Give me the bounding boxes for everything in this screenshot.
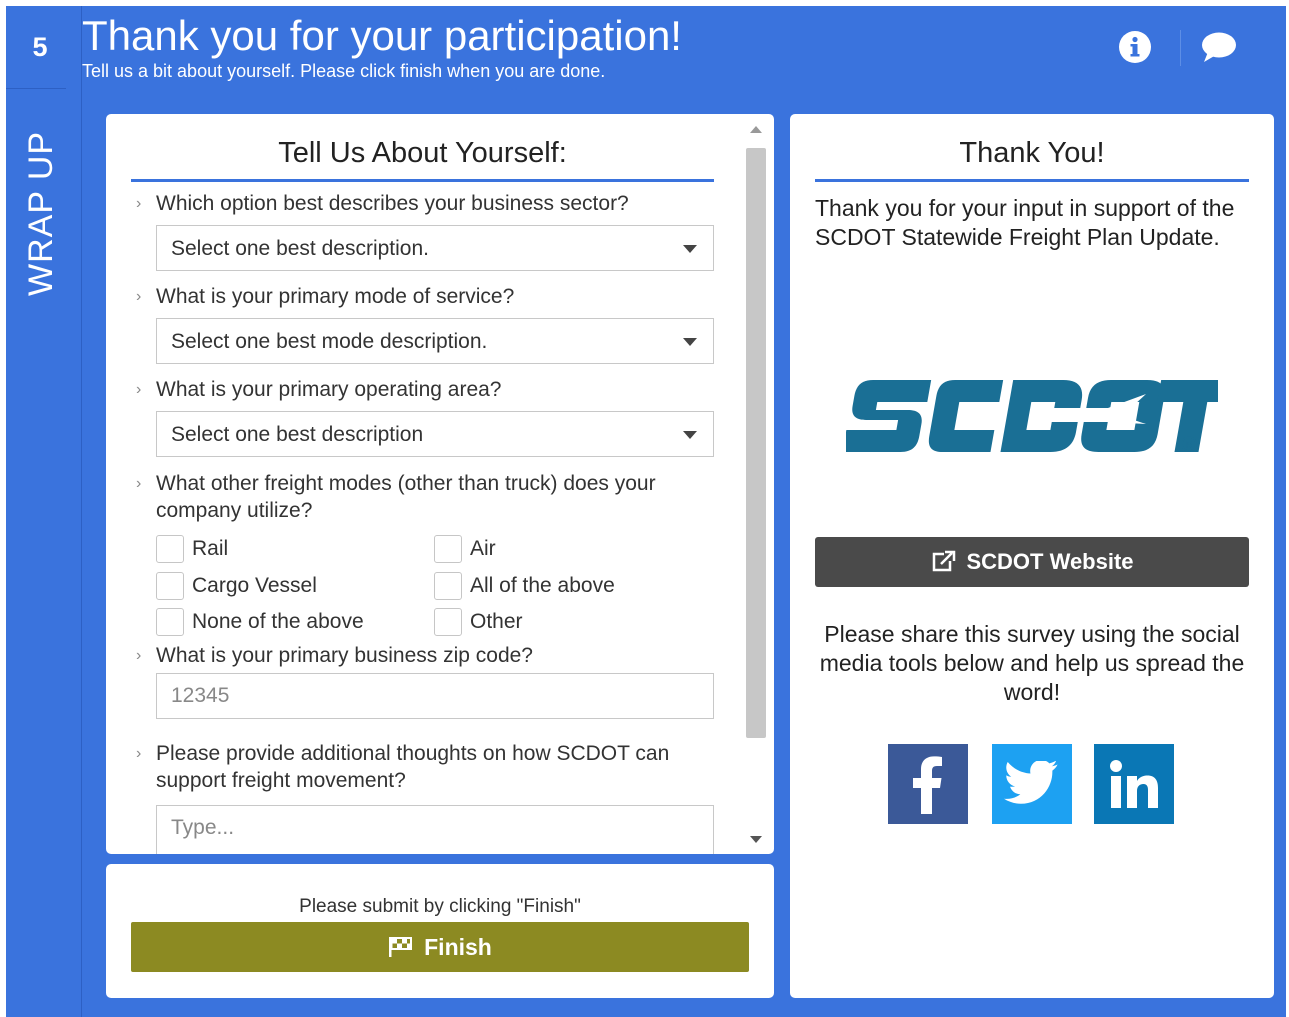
chevron-right-icon: › [136,288,142,305]
twitter-icon [1004,761,1058,804]
chevron-right-icon: › [136,475,142,492]
chevron-right-icon: › [136,647,142,664]
linkedin-share-button[interactable] [1094,744,1174,824]
zip-code-placeholder: 12345 [171,684,230,707]
scdot-logo: R [842,364,1236,473]
checkbox-cargo-vessel[interactable]: Cargo Vessel [156,572,317,600]
chevron-down-icon [683,431,697,439]
checkbox-all-of-the-above[interactable]: All of the above [434,572,615,600]
finish-label: Finish [424,933,492,960]
flag-icon [388,936,414,958]
thank-you-title: Thank You! [815,137,1249,182]
checkbox-label: Air [470,537,496,560]
question-other-modes: › What other freight modes (other than t… [136,470,716,524]
finish-button[interactable]: Finish [131,922,749,972]
thoughts-textarea[interactable]: Type... [156,805,714,854]
step-label: WRAP UP [22,130,60,296]
sector-select-value: Select one best description. [171,237,429,260]
scroll-up-icon[interactable] [750,126,762,133]
checkbox-box[interactable] [156,608,184,636]
checkbox-label: None of the above [192,610,364,633]
facebook-share-button[interactable] [888,744,968,824]
area-select[interactable]: Select one best description [156,411,714,457]
checkbox-other[interactable]: Other [434,608,523,636]
page-subtitle: Tell us a bit about yourself. Please cli… [82,61,606,81]
website-label: SCDOT Website [966,549,1134,574]
thank-you-panel: Thank You! Thank you for your input in s… [790,114,1274,998]
about-you-panel: Tell Us About Yourself: › Which option b… [106,114,774,854]
scrollbar-thumb[interactable] [746,148,766,738]
area-select-value: Select one best description [171,423,424,446]
form-scrollbar[interactable] [742,118,770,850]
chevron-right-icon: › [136,381,142,398]
question-sector: › Which option best describes your busin… [136,190,716,217]
share-message: Please share this survey using the socia… [819,621,1245,705]
comment-button[interactable] [1196,24,1242,70]
step-rail: 5 WRAP UP [6,6,82,1017]
checkbox-rail[interactable]: Rail [156,535,228,563]
question-zip-text: What is your primary business zip code? [156,644,533,667]
chevron-down-icon [683,338,697,346]
submit-panel: Please submit by clicking "Finish" Finis… [106,864,774,998]
checkbox-label: Other [470,610,523,633]
question-thoughts-text: Please provide additional thoughts on ho… [156,742,670,792]
page-header: Thank you for your participation! Tell u… [82,6,1286,90]
linkedin-icon [1110,760,1158,808]
form-title: Tell Us About Yourself: [131,137,714,182]
checkbox-label: Rail [192,537,229,560]
chevron-down-icon [683,245,697,253]
survey-app: 5 WRAP UP Thank you for your participati… [6,6,1286,1017]
twitter-share-button[interactable] [992,744,1072,824]
zip-code-input[interactable]: 12345 [156,673,714,719]
checkbox-air[interactable]: Air [434,535,496,563]
sector-select[interactable]: Select one best description. [156,225,714,271]
submit-instruction: Please submit by clicking "Finish" [299,896,581,917]
checkbox-box[interactable] [434,608,462,636]
chat-icon [1202,32,1236,62]
checkbox-none-of-the-above[interactable]: None of the above [156,608,364,636]
mode-select-value: Select one best mode description. [171,330,488,353]
mode-select[interactable]: Select one best mode description. [156,318,714,364]
question-area: › What is your primary operating area? [136,376,716,403]
info-button[interactable] [1112,24,1158,70]
rail-divider [6,88,66,89]
question-thoughts: › Please provide additional thoughts on … [136,740,716,794]
svg-text:R: R [1185,440,1193,451]
page-title: Thank you for your participation! [82,12,682,59]
chevron-right-icon: › [136,195,142,212]
chevron-right-icon: › [136,745,142,762]
question-area-text: What is your primary operating area? [156,378,502,401]
header-divider [1180,30,1181,66]
scroll-down-icon[interactable] [750,836,762,843]
thank-you-message: Thank you for your input in support of t… [815,195,1235,250]
checkbox-label: All of the above [470,574,615,597]
thoughts-placeholder: Type... [171,816,235,839]
info-icon [1119,31,1151,63]
checkbox-box[interactable] [434,572,462,600]
question-mode: › What is your primary mode of service? [136,283,716,310]
checkbox-box[interactable] [156,572,184,600]
external-link-icon [930,550,956,574]
checkbox-box[interactable] [156,535,184,563]
scdot-website-button[interactable]: SCDOT Website [815,537,1249,587]
question-mode-text: What is your primary mode of service? [156,285,515,308]
facebook-icon [913,756,942,814]
checkbox-label: Cargo Vessel [192,574,317,597]
question-zip: › What is your primary business zip code… [136,642,716,669]
step-number: 5 [32,32,48,62]
question-sector-text: Which option best describes your busines… [156,192,629,215]
checkbox-box[interactable] [434,535,462,563]
question-other-modes-text: What other freight modes (other than tru… [156,472,656,522]
